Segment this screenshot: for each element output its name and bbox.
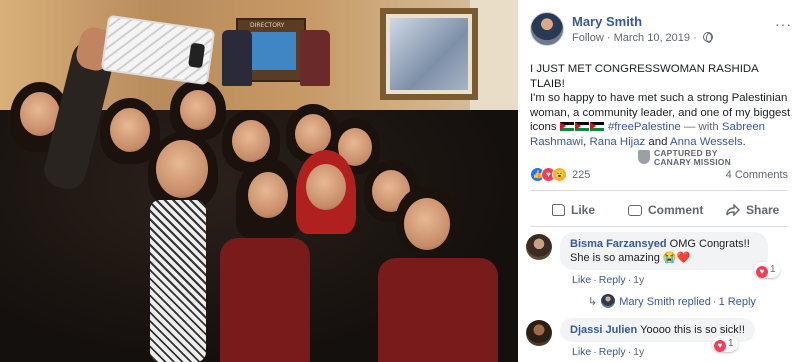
watermark: CAPTURED BY CANARY MISSION [638, 148, 758, 170]
replier-avatar [601, 294, 616, 308]
divider [530, 226, 788, 227]
post-photo[interactable]: DIRECTORY [0, 0, 518, 362]
commenter-avatar[interactable] [526, 320, 552, 346]
post-text-body: I'm so happy to have met such a strong P… [530, 92, 791, 148]
love-reaction-icon: ♥ [714, 340, 726, 352]
divider [530, 190, 788, 191]
photo-wall-art [380, 8, 478, 100]
love-reaction-icon: ♥ [756, 266, 768, 278]
comment-reply-link[interactable]: Reply [599, 346, 626, 358]
reaction-count: 225 [572, 169, 591, 181]
palestine-flag-icon [574, 122, 589, 131]
photo-hanging-dress [222, 30, 252, 86]
comment-like-link[interactable]: Like [572, 346, 591, 358]
replies-summary[interactable]: ↳ Mary Smith replied · 1 Reply [588, 294, 756, 308]
author-avatar[interactable] [530, 12, 564, 46]
post-panel: Mary Smith Follow · March 10, 2019 · ···… [518, 0, 800, 362]
comment-reaction-badge[interactable]: ♥ 1 [754, 262, 780, 278]
palestine-flag-icon [589, 122, 604, 131]
photo-person-face [180, 90, 216, 130]
follow-link[interactable]: Follow [572, 32, 604, 44]
hashtag-link[interactable]: #freePalestine [608, 121, 681, 133]
tagged-user-link[interactable]: Rana Hijaz [590, 136, 646, 148]
post-header: Mary Smith Follow · March 10, 2019 · ··· [530, 10, 792, 50]
photo-person-face [156, 140, 208, 198]
comment-item: Djassi Julien Yoooo this is so sick!! ♥ 1… [526, 318, 792, 362]
globe-icon [702, 32, 713, 43]
commenter-name[interactable]: Bisma Farzansyed [570, 238, 667, 250]
comment-button[interactable]: Comment [628, 200, 703, 220]
photo-person-face [248, 172, 288, 218]
more-options-icon[interactable]: ··· [775, 16, 792, 32]
photo-red-dress [378, 258, 498, 362]
comment-item: Bisma Farzansyed OMG Congrats!! She is s… [526, 232, 792, 288]
author-name[interactable]: Mary Smith [572, 14, 642, 29]
comment-text: Yoooo this is so sick!! [640, 324, 745, 336]
reply-arrow-icon: ↳ [588, 296, 598, 308]
comment-icon [628, 205, 642, 216]
post-text: I JUST MET CONGRESSWOMAN RASHIDA TLAIB! … [530, 62, 792, 149]
comment-bubble: Bisma Farzansyed OMG Congrats!! She is s… [560, 232, 768, 270]
thumbs-up-icon [552, 204, 565, 216]
comment-actions: Like · Reply · 1y [572, 346, 645, 358]
photo-person-face [306, 164, 346, 210]
post-text-headline: I JUST MET CONGRESSWOMAN RASHIDA TLAIB! [530, 63, 759, 90]
comment-time: 1y [633, 346, 645, 358]
share-icon [726, 204, 740, 216]
photo-person-face [295, 114, 331, 154]
photo-hanging-dress [300, 30, 330, 86]
comments-count-link[interactable]: 4 Comments [726, 169, 788, 181]
post-date[interactable]: March 10, 2019 [614, 32, 690, 44]
like-button[interactable]: Like [552, 200, 595, 220]
post-meta: Follow · March 10, 2019 · [572, 32, 713, 44]
photo-person-face [404, 198, 450, 250]
comment-actions: Like · Reply · 1y [572, 274, 645, 286]
share-button[interactable]: Share [726, 200, 779, 220]
comment-time: 1y [633, 274, 645, 286]
photo-scarf [150, 200, 206, 362]
commenter-avatar[interactable] [526, 234, 552, 260]
photo-red-dress [220, 238, 310, 362]
comment-like-link[interactable]: Like [572, 274, 591, 286]
photo-person-face [232, 120, 270, 162]
comment-reaction-badge[interactable]: ♥ 1 [712, 336, 738, 352]
commenter-name[interactable]: Djassi Julien [570, 324, 637, 336]
wow-reaction-icon: 😮 [552, 167, 567, 182]
photo-person-face [110, 108, 150, 152]
comment-reply-link[interactable]: Reply [599, 274, 626, 286]
post-actions: Like Comment Share [530, 196, 788, 224]
palestine-flag-icon [559, 122, 574, 131]
shield-icon [638, 150, 650, 164]
tagged-user-link[interactable]: Anna Wessels [670, 136, 743, 148]
